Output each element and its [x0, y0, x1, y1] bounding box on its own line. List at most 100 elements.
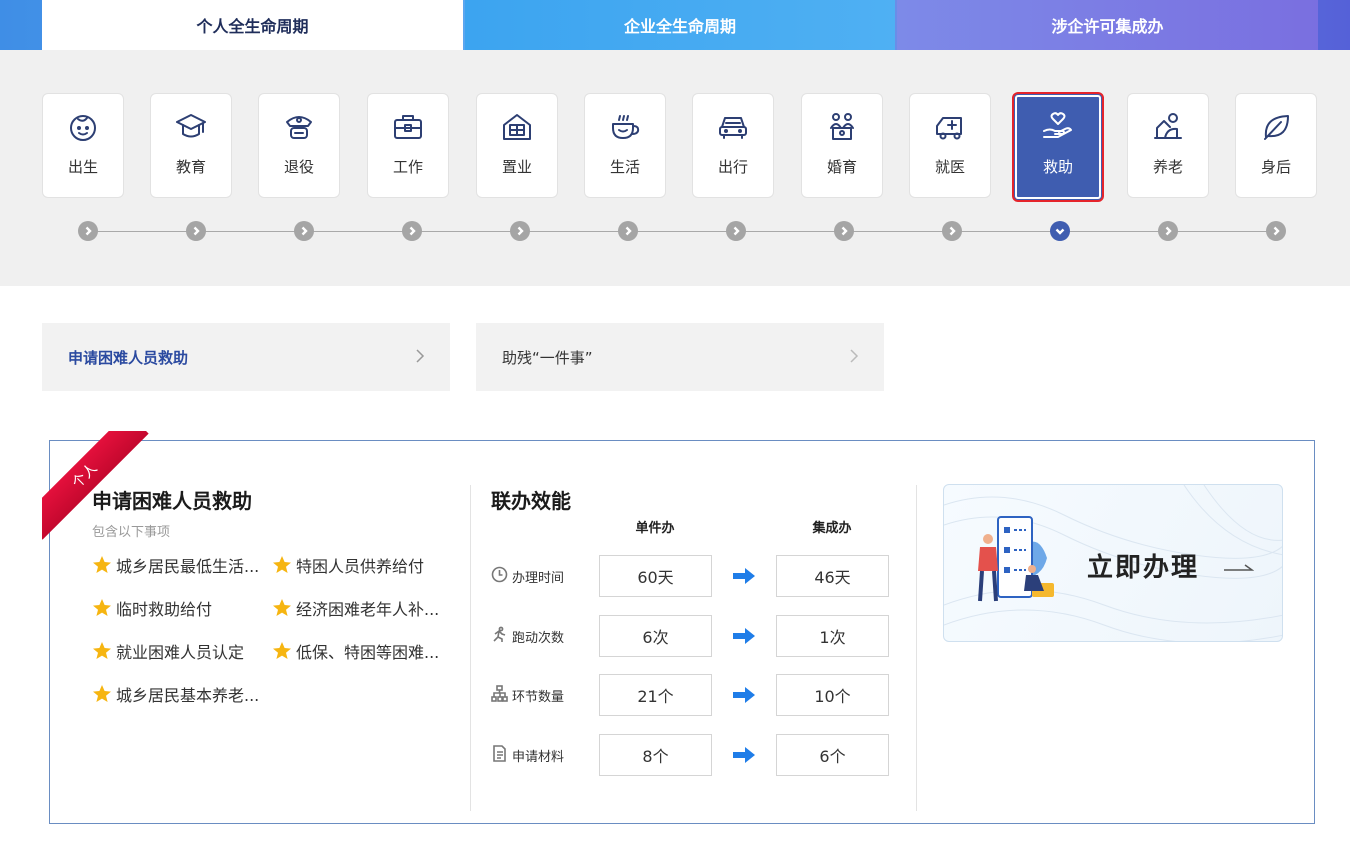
integrated-handling-header: 集成办 — [812, 521, 852, 536]
included-item-label: 城乡居民最低生活... — [116, 557, 260, 576]
sub-item-label: 申请困难人员救助 — [68, 348, 189, 367]
tab-enterprise-lifecycle[interactable]: 企业全生命周期 — [465, 0, 895, 50]
timeline-dot[interactable] — [1158, 221, 1178, 241]
tab-personal-lifecycle[interactable]: 个人全生命周期 — [42, 0, 463, 50]
timeline-dot[interactable] — [78, 221, 98, 241]
apply-now-button[interactable]: 立即办理 — [943, 484, 1283, 642]
stage-label: 工作 — [392, 158, 423, 176]
timeline-dot[interactable] — [294, 221, 314, 241]
apply-now-label: 立即办理 — [1087, 553, 1200, 583]
star-icon — [92, 641, 112, 661]
briefcase-icon — [391, 110, 425, 144]
divider — [470, 485, 471, 811]
included-item[interactable]: 低保、特困等困难... — [272, 639, 452, 663]
stage-birth[interactable]: 出生 — [42, 93, 124, 198]
stage-label: 养老 — [1152, 158, 1183, 176]
stage-label: 身后 — [1260, 158, 1291, 176]
tab-enterprise-permit[interactable]: 涉企许可集成办 — [897, 0, 1318, 50]
stage-retired-military[interactable]: 退役 — [258, 93, 340, 198]
divider — [916, 485, 917, 811]
timeline-dot[interactable] — [186, 221, 206, 241]
hand-heart-icon — [1041, 110, 1075, 144]
integrated-value: 6个 — [776, 734, 889, 776]
included-item[interactable]: 经济困难老年人补... — [272, 596, 452, 620]
stage-education[interactable]: 教育 — [150, 93, 232, 198]
stage-assistance[interactable]: 救助 — [1012, 92, 1104, 202]
stage-elderly[interactable]: 养老 — [1127, 93, 1209, 198]
star-icon — [92, 555, 112, 575]
stage-afterlife[interactable]: 身后 — [1235, 93, 1317, 198]
stage-label: 就医 — [934, 158, 965, 176]
integrated-value: 1次 — [776, 615, 889, 657]
stage-marriage-birth[interactable]: 婚育 — [801, 93, 883, 198]
sub-item-label: 助残“一件事” — [502, 348, 593, 367]
included-item-label: 低保、特困等困难... — [296, 643, 440, 662]
stage-label: 置业 — [501, 158, 532, 176]
flowchart-icon — [491, 684, 512, 706]
star-icon — [272, 598, 292, 618]
included-item[interactable]: 就业困难人员认定 — [92, 639, 272, 663]
service-subtitle: 包含以下事项 — [92, 525, 171, 540]
timeline-dot[interactable] — [834, 221, 854, 241]
single-value: 6次 — [599, 615, 712, 657]
arrow-right-icon — [733, 628, 755, 644]
timeline-dot[interactable] — [510, 221, 530, 241]
car-icon — [716, 110, 750, 144]
chevron-right-icon — [414, 345, 426, 367]
stage-medical[interactable]: 就医 — [909, 93, 991, 198]
single-value: 60天 — [599, 555, 712, 597]
star-icon — [272, 641, 292, 661]
stage-label: 教育 — [175, 158, 206, 176]
included-item[interactable]: 临时救助给付 — [92, 596, 272, 620]
soldier-cap-icon — [282, 110, 316, 144]
metric-label-text: 办理时间 — [512, 570, 565, 586]
included-item-label: 特困人员供养给付 — [296, 557, 425, 576]
elder-icon — [1151, 110, 1185, 144]
metric-label-text: 环节数量 — [512, 689, 565, 705]
service-title: 申请困难人员救助 — [92, 489, 252, 513]
metric-label-text: 跑动次数 — [512, 630, 565, 646]
timeline-dot[interactable] — [402, 221, 422, 241]
single-value: 21个 — [599, 674, 712, 716]
sub-item-difficulty-aid[interactable]: 申请困难人员救助 — [42, 323, 450, 391]
arrow-right-icon — [733, 747, 755, 763]
metric-label: 办理时间 — [491, 555, 564, 597]
timeline-dot-active[interactable] — [1050, 221, 1070, 241]
coffee-cup-icon — [608, 110, 642, 144]
included-item-label: 城乡居民基本养老... — [116, 686, 260, 705]
ambulance-icon — [933, 110, 967, 144]
included-item-label: 临时救助给付 — [116, 600, 213, 619]
metric-label: 跑动次数 — [491, 615, 564, 657]
stage-label: 婚育 — [826, 158, 857, 176]
timeline-dot[interactable] — [726, 221, 746, 241]
star-icon — [92, 684, 112, 704]
leaf-icon — [1259, 110, 1293, 144]
timeline-dot[interactable] — [618, 221, 638, 241]
stage-label: 救助 — [1042, 158, 1073, 176]
life-stage-band: 出生 教育 退役 工作 置业 生活 出行 婚育 就医 救助 养老 身后 — [0, 50, 1350, 286]
arrow-right-icon — [733, 687, 755, 703]
stage-travel[interactable]: 出行 — [692, 93, 774, 198]
sub-item-disability-assist[interactable]: 助残“一件事” — [476, 323, 884, 391]
service-illustration-icon — [978, 516, 1054, 602]
timeline-dot[interactable] — [942, 221, 962, 241]
arrow-right-icon — [733, 568, 755, 584]
clock-icon — [491, 566, 512, 587]
included-item[interactable]: 城乡居民基本养老... — [92, 682, 272, 706]
metric-label: 环节数量 — [491, 674, 564, 716]
included-item-label: 就业困难人员认定 — [116, 643, 245, 662]
stage-work[interactable]: 工作 — [367, 93, 449, 198]
included-item-label: 经济困难老年人补... — [296, 600, 440, 619]
stage-label: 出行 — [717, 158, 748, 176]
included-item[interactable]: 特困人员供养给付 — [272, 553, 452, 577]
timeline-dot[interactable] — [1266, 221, 1286, 241]
integrated-value: 46天 — [776, 555, 889, 597]
included-item[interactable]: 城乡居民最低生活... — [92, 553, 272, 577]
stage-property[interactable]: 置业 — [476, 93, 558, 198]
run-icon — [491, 626, 512, 647]
integrated-value: 10个 — [776, 674, 889, 716]
stage-life[interactable]: 生活 — [584, 93, 666, 198]
top-tab-bar: 个人全生命周期 企业全生命周期 涉企许可集成办 — [0, 0, 1350, 50]
baby-face-icon — [66, 110, 100, 144]
chevron-right-icon — [848, 345, 860, 367]
